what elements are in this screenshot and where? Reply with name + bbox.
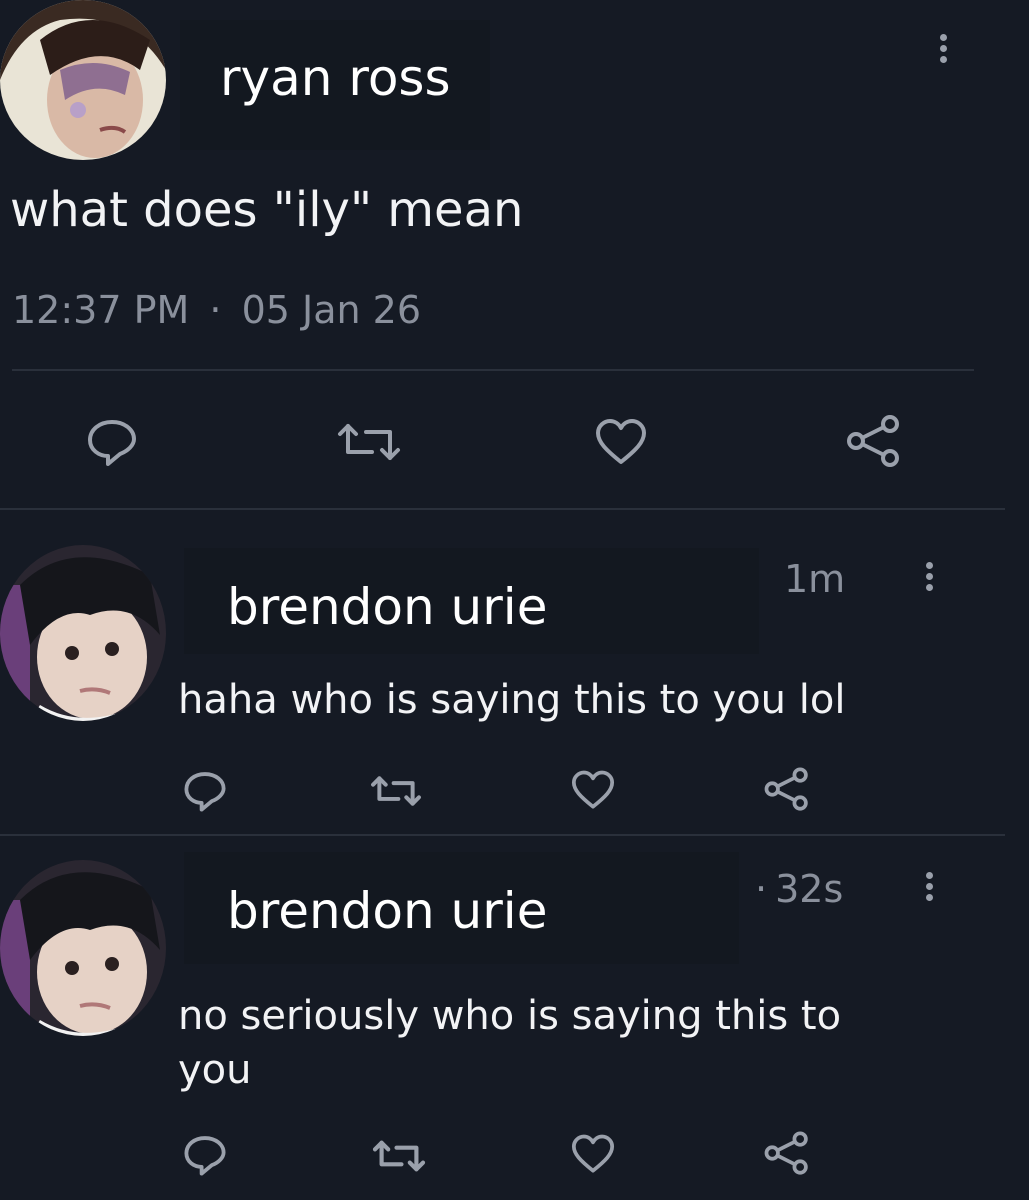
tweet-date: 05 Jan 26: [241, 288, 422, 332]
reply2-time-value: 32s: [775, 867, 844, 911]
reply2-time-separator: ·: [755, 867, 768, 911]
brendon-urie-avatar[interactable]: [0, 545, 166, 721]
reply1-more-icon[interactable]: [924, 562, 934, 595]
reply2-like-icon[interactable]: [570, 1134, 616, 1174]
reply2-more-icon[interactable]: [924, 872, 934, 905]
reply1-time: 1m: [784, 557, 846, 601]
reply2-text-line1: no seriously who is saying this to: [178, 993, 842, 1039]
tweet-divider: [12, 369, 974, 371]
tweet-time: 12:37 PM: [12, 288, 190, 332]
share-icon[interactable]: [846, 414, 902, 468]
tweet-separator: ·: [209, 288, 222, 332]
reply2-retweet-icon[interactable]: [370, 1136, 428, 1176]
ryan-ross-avatar[interactable]: [0, 0, 166, 160]
reply1-like-icon[interactable]: [570, 770, 616, 810]
reply1-share-icon[interactable]: [764, 766, 810, 812]
reply2-text-line2: you: [178, 1047, 252, 1093]
retweet-icon[interactable]: [334, 418, 404, 466]
reply2-time: · 32s: [755, 866, 843, 912]
like-icon[interactable]: [594, 418, 648, 466]
tweet-author-name[interactable]: ryan ross: [220, 48, 451, 108]
reply2-share-icon[interactable]: [764, 1130, 810, 1176]
reply1-author-name[interactable]: brendon urie: [227, 576, 547, 638]
reply1-text: haha who is saying this to you lol: [178, 677, 846, 723]
tweet-more-icon[interactable]: [938, 34, 948, 67]
reply-icon[interactable]: [86, 418, 138, 466]
reply2-author-name[interactable]: brendon urie: [227, 880, 547, 942]
brendon-urie-avatar-2[interactable]: [0, 860, 166, 1036]
reply1-reply-icon[interactable]: [183, 770, 227, 812]
reply2-reply-icon[interactable]: [183, 1134, 227, 1176]
tweet-text: what does "ily" mean: [10, 182, 524, 238]
reply1-divider: [0, 834, 1005, 836]
actions-divider: [0, 508, 1005, 510]
reply1-retweet-icon[interactable]: [368, 772, 424, 810]
tweet-timestamp: 12:37 PM · 05 Jan 26: [12, 285, 421, 335]
